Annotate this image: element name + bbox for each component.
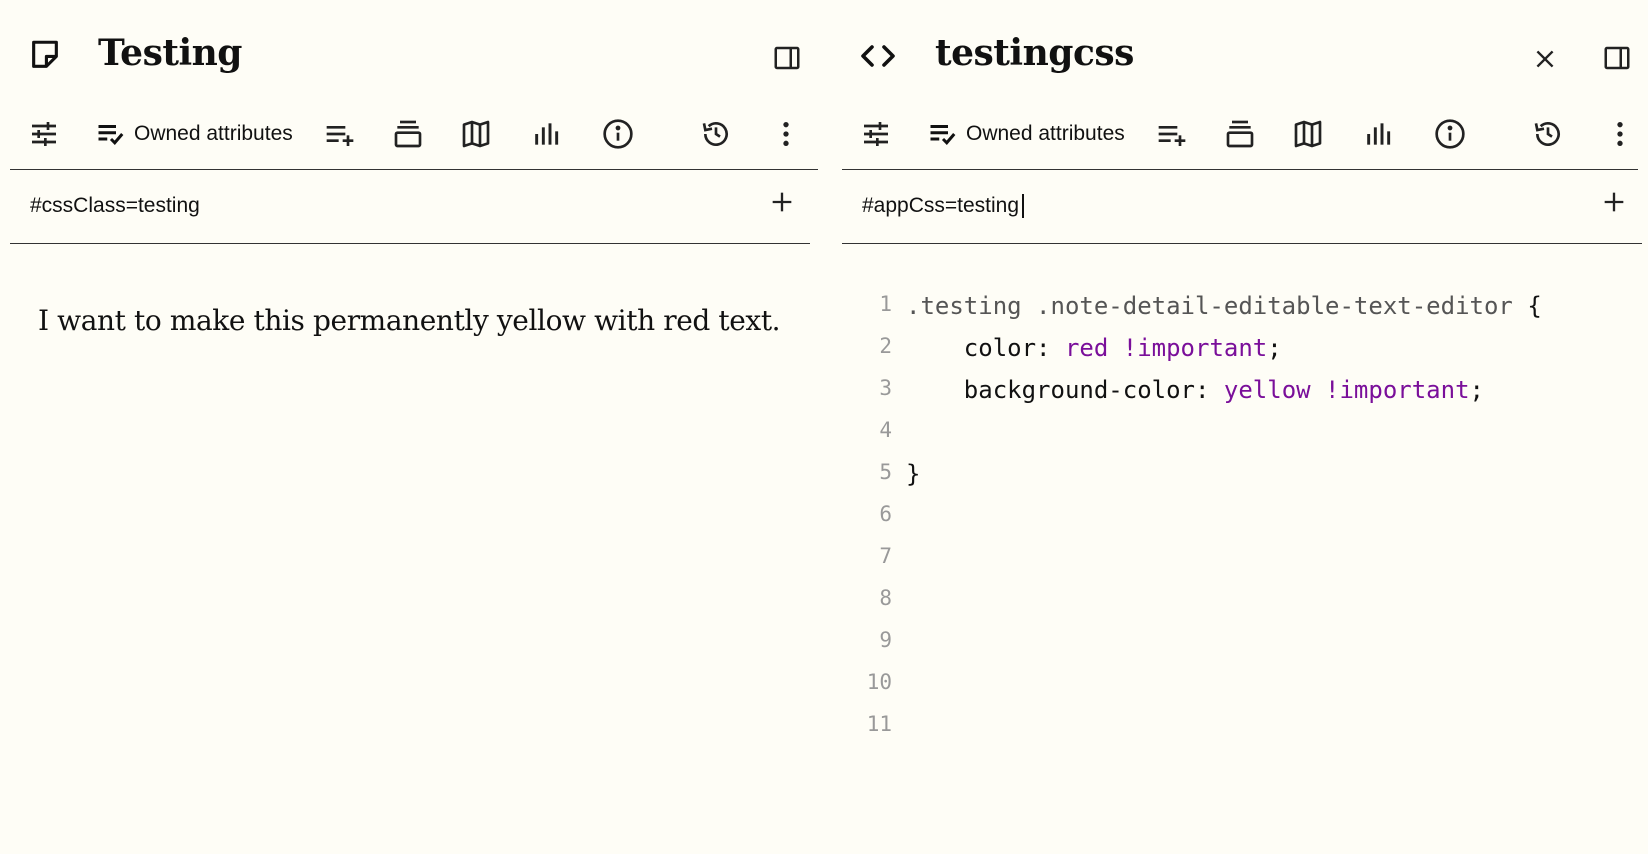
code-line[interactable]: 2 color: red !important; — [842, 330, 1648, 370]
sidebar-toggle-icon[interactable] — [1602, 43, 1632, 73]
bar-chart-icon[interactable] — [530, 118, 562, 150]
code-text: color: red !important; — [906, 334, 1282, 362]
map-icon[interactable] — [1292, 118, 1324, 150]
code-token: background-color — [906, 376, 1195, 404]
note-icon[interactable] — [28, 38, 62, 72]
history-icon[interactable] — [700, 118, 732, 150]
code-line[interactable]: 6 — [842, 498, 1648, 538]
close-icon[interactable] — [1532, 46, 1558, 72]
sidebar-toggle-icon[interactable] — [772, 43, 802, 73]
note-ribbon: Owned attributes — [0, 110, 830, 158]
code-line[interactable]: 7 — [842, 540, 1648, 580]
note-map-layers-icon[interactable] — [1224, 118, 1256, 150]
tab-owned-attributes[interactable]: Owned attributes — [928, 118, 1125, 150]
code-line[interactable]: 1 .testing .note-detail-editable-text-edi… — [842, 288, 1648, 328]
code-title-row: testingcss — [842, 28, 1648, 84]
code-token: : — [1036, 334, 1065, 362]
tab-owned-attributes[interactable]: Owned attributes — [96, 118, 293, 150]
line-number: 8 — [879, 586, 892, 610]
attribute-value: #appCss=testing — [862, 194, 1020, 217]
code-token: ; — [1267, 334, 1282, 362]
code-line[interactable]: 8 — [842, 582, 1648, 622]
info-icon[interactable] — [1434, 118, 1466, 150]
code-token: color — [906, 334, 1037, 362]
map-icon[interactable] — [460, 118, 492, 150]
bar-chart-icon[interactable] — [1362, 118, 1394, 150]
info-icon[interactable] — [602, 118, 634, 150]
code-text: background-color: yellow !important; — [906, 376, 1484, 404]
line-number: 4 — [879, 418, 892, 442]
line-number: 2 — [879, 334, 892, 358]
code-token: { — [1527, 292, 1542, 320]
add-attribute-icon[interactable] — [1156, 118, 1188, 150]
note-title-row: Testing — [0, 28, 830, 84]
code-line[interactable]: 5} — [842, 456, 1648, 496]
code-icon[interactable] — [860, 38, 896, 74]
attribute-text[interactable]: #appCss=testing — [862, 194, 1025, 218]
code-token: red !important — [1064, 334, 1268, 362]
line-number: 7 — [879, 544, 892, 568]
code-line[interactable]: 4 — [842, 414, 1648, 454]
text-caret — [1022, 194, 1025, 218]
code-line[interactable]: 3 background-color: yellow !important; — [842, 372, 1648, 412]
line-number: 11 — [866, 712, 892, 736]
note-map-layers-icon[interactable] — [392, 118, 424, 150]
plus-icon[interactable] — [768, 188, 796, 216]
code-ribbon: Owned attributes — [842, 110, 1648, 158]
code-text: } — [906, 460, 920, 488]
code-token: yellow !important — [1223, 376, 1470, 404]
more-vertical-icon[interactable] — [1604, 118, 1636, 150]
line-number: 5 — [879, 460, 892, 484]
code-token: : — [1194, 376, 1224, 404]
attribute-divider — [10, 243, 810, 244]
plus-icon[interactable] — [1600, 188, 1628, 216]
code-token: ; — [1469, 376, 1484, 404]
note-content[interactable]: I want to make this permanently yellow w… — [38, 304, 818, 337]
code-text: .testing .note-detail-editable-text-edit… — [906, 292, 1542, 320]
attribute-text[interactable]: #cssClass=testing — [30, 194, 200, 218]
note-title[interactable]: Testing — [98, 32, 242, 74]
line-number: 9 — [879, 628, 892, 652]
line-number: 6 — [879, 502, 892, 526]
add-attribute-icon[interactable] — [324, 118, 356, 150]
code-line[interactable]: 10 — [842, 666, 1648, 706]
code-token: } — [906, 460, 921, 488]
code-line[interactable]: 11 — [842, 708, 1648, 748]
code-note-title[interactable]: testingcss — [935, 32, 1134, 74]
line-number: 3 — [879, 376, 892, 400]
attribute-editor[interactable]: #appCss=testing — [842, 170, 1638, 242]
owned-attributes-label: Owned attributes — [134, 122, 293, 145]
right-code-pane: testingcss Owned attributes #appCss=test… — [842, 0, 1648, 854]
line-number: 1 — [879, 292, 892, 316]
settings-sliders-icon[interactable] — [860, 118, 892, 150]
left-note-pane: Testing Owned attributes #cssClass=testi… — [0, 0, 830, 854]
owned-attributes-icon — [928, 119, 958, 149]
attribute-divider — [842, 243, 1642, 244]
history-icon[interactable] — [1532, 118, 1564, 150]
code-token: .testing .note-detail-editable-text-edit… — [906, 292, 1528, 320]
attribute-editor[interactable]: #cssClass=testing — [10, 170, 810, 242]
code-line[interactable]: 9 — [842, 624, 1648, 664]
owned-attributes-label: Owned attributes — [966, 122, 1125, 145]
line-number: 10 — [866, 670, 892, 694]
more-vertical-icon[interactable] — [770, 118, 802, 150]
owned-attributes-icon — [96, 119, 126, 149]
settings-sliders-icon[interactable] — [28, 118, 60, 150]
attribute-value: #cssClass=testing — [30, 194, 200, 217]
